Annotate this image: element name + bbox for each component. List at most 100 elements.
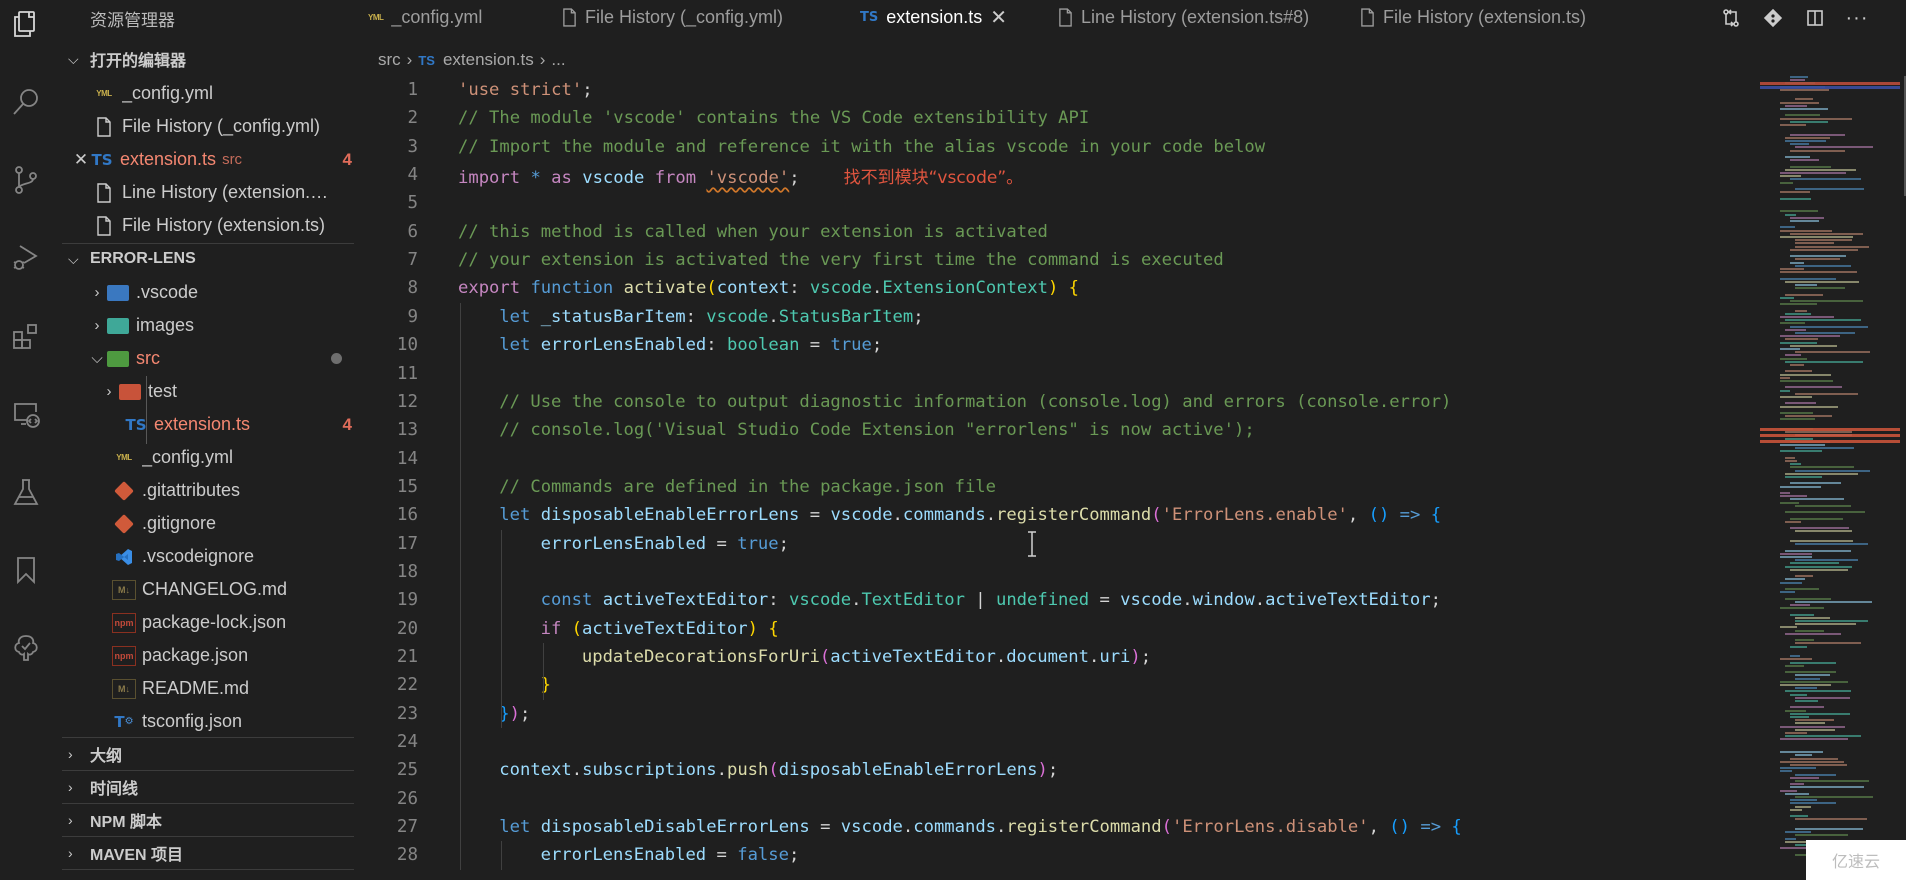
remote-explorer-icon[interactable] — [8, 396, 44, 432]
code-line[interactable]: 28 errorLensEnabled = false; — [360, 841, 1750, 869]
code-line[interactable]: 22} — [360, 671, 1750, 699]
code-editor[interactable]: 1 'use strict'; 2 // The module 'vscode' co… — [360, 76, 1760, 880]
minimap-line — [1795, 834, 1848, 837]
file-item[interactable]: TS extension.ts 4 — [124, 408, 374, 441]
code-line[interactable]: 15 // Commands are defined in the package… — [360, 473, 1750, 501]
chevron-down-icon: ⌵ — [68, 50, 79, 67]
close-icon[interactable]: ✕ — [990, 5, 1007, 30]
minimap-line — [1785, 114, 1820, 117]
run-debug-icon[interactable] — [8, 240, 44, 276]
tab[interactable]: YML _config.yml — [368, 0, 482, 34]
folder-item[interactable]: › .vscode — [88, 276, 388, 309]
code-token: context — [716, 278, 790, 299]
folder-item[interactable]: ⌵ src — [88, 342, 374, 375]
code-line[interactable]: 14 — [360, 445, 1750, 473]
search-icon[interactable] — [8, 84, 44, 120]
breadcrumb-file[interactable]: extension.ts — [443, 50, 534, 70]
tab[interactable]: File History (_config.yml) — [562, 0, 783, 34]
open-editor-item[interactable]: Line History (extension.ts#8) — [92, 176, 362, 209]
code-line[interactable]: 9 let _statusBarItem: vscode.StatusBarIte… — [360, 303, 1750, 331]
open-editor-label: File History (_config.yml) — [122, 116, 321, 136]
minimap-line — [1780, 117, 1852, 120]
maven-section-header[interactable]: › MAVEN 项目 — [62, 838, 352, 868]
code-token: , — [1347, 505, 1369, 526]
code-line[interactable]: 10 let errorLensEnabled: boolean = true; — [360, 331, 1750, 359]
explorer-icon[interactable] — [8, 6, 44, 42]
close-icon[interactable]: ✕ — [72, 150, 90, 170]
code-line[interactable]: 4 import * as vscode from 'vscode'; 找不到模块“… — [360, 161, 1750, 189]
breadcrumb-symbol[interactable]: ... — [551, 50, 565, 70]
npm-file-icon: npm — [112, 645, 136, 666]
git-tree-icon[interactable] — [8, 630, 44, 666]
code-line[interactable]: 12 // Use the console to output diagnosti… — [360, 388, 1750, 416]
code-token: ExtensionContext — [882, 278, 1048, 299]
code-token: let — [499, 505, 531, 526]
code-line[interactable]: 5 — [360, 189, 1750, 217]
code-line[interactable]: 24 — [360, 728, 1750, 756]
code-line[interactable]: 8 export function activate(context: vscod… — [360, 274, 1750, 302]
code-line[interactable]: 16 let disposableEnableErrorLens = vscode… — [360, 501, 1750, 529]
code-line[interactable]: 18 — [360, 558, 1750, 586]
code-line[interactable]: 21 updateDecorationsForUri(activeTextEdit… — [360, 643, 1750, 671]
folder-item[interactable]: › test — [100, 375, 400, 408]
minimap-line — [1790, 693, 1807, 696]
open-editor-folder: src — [222, 151, 243, 168]
code-line[interactable]: 23}); — [360, 700, 1750, 728]
open-editors-header[interactable]: ⌵ 打开的编辑器 — [62, 44, 352, 74]
timeline-section-header[interactable]: › 时间线 — [62, 772, 352, 802]
split-editor-icon[interactable] — [1802, 5, 1828, 31]
code-line[interactable]: 1 'use strict'; — [360, 76, 1750, 104]
code-line[interactable]: 27 let disposableDisableErrorLens = vscod… — [360, 813, 1750, 841]
code-content: // this method is called when your exten… — [458, 222, 1048, 242]
code-line[interactable]: 13 // console.log('Visual Studio Code Ext… — [360, 416, 1750, 444]
minimap-line — [1785, 664, 1804, 667]
minimap-line — [1780, 405, 1838, 408]
code-line[interactable]: 2 // The module 'vscode' contains the VS … — [360, 104, 1750, 132]
typescript-file-icon: TS — [418, 52, 435, 68]
outline-section-header[interactable]: › 大纲 — [62, 739, 352, 769]
code-line[interactable]: 3 // Import the module and reference it w… — [360, 133, 1750, 161]
tab-active[interactable]: TS extension.ts ✕ — [860, 0, 1007, 34]
code-line[interactable]: 6 // this method is called when your exte… — [360, 218, 1750, 246]
project-header[interactable]: ⌵ ERROR-LENS — [62, 244, 352, 274]
minimap-line — [1795, 543, 1868, 546]
more-actions-icon[interactable]: ··· — [1844, 5, 1870, 31]
minimap-line — [1780, 485, 1822, 488]
tab[interactable]: Line History (extension.ts#8) — [1058, 0, 1309, 34]
minimap-line — [1785, 319, 1862, 322]
code-line[interactable]: 11 — [360, 360, 1750, 388]
minimap-line — [1780, 658, 1812, 661]
open-editor-item[interactable]: File History (_config.yml) — [92, 110, 392, 143]
line-number: 4 — [407, 165, 418, 186]
testing-icon[interactable] — [8, 474, 44, 510]
code-line[interactable]: 20 if (activeTextEditor) { — [360, 615, 1750, 643]
breadcrumb-folder[interactable]: src — [378, 50, 401, 70]
minimap-line — [1785, 312, 1812, 315]
minimap-line — [1795, 264, 1852, 267]
minimap-line — [1785, 792, 1809, 795]
folder-item[interactable]: › images — [88, 309, 388, 342]
code-line[interactable]: 26 — [360, 785, 1750, 813]
tab[interactable]: File History (extension.ts) — [1360, 0, 1586, 34]
npm-scripts-section-header[interactable]: › NPM 脚本 — [62, 805, 352, 835]
open-editor-item-active[interactable]: ✕ TS extension.ts src 4 — [74, 143, 374, 176]
minimap[interactable] — [1760, 76, 1906, 880]
code-token: { — [768, 618, 779, 639]
compare-changes-icon[interactable] — [1718, 5, 1744, 31]
minimap-line — [1780, 751, 1823, 754]
code-line[interactable]: 7 // your extension is activated the very… — [360, 246, 1750, 274]
code-line[interactable]: 19 const activeTextEditor: vscode.TextEdi… — [360, 586, 1750, 614]
source-control-icon[interactable] — [8, 162, 44, 198]
open-editor-item[interactable]: YML _config.yml — [92, 77, 392, 110]
extensions-icon[interactable] — [8, 318, 44, 354]
indent-guide — [501, 529, 503, 729]
bookmarks-icon[interactable] — [8, 552, 44, 588]
minimap-line — [1795, 722, 1826, 725]
code-token: ( — [819, 647, 831, 667]
code-line[interactable]: 17 errorLensEnabled = true; — [360, 530, 1750, 558]
open-editor-item[interactable]: File History (extension.ts) — [92, 209, 362, 242]
git-lens-icon[interactable] — [1760, 5, 1786, 31]
code-line[interactable]: 25 context.subscriptions.push(disposableE… — [360, 756, 1750, 784]
typescript-file-icon: TS — [125, 415, 147, 434]
